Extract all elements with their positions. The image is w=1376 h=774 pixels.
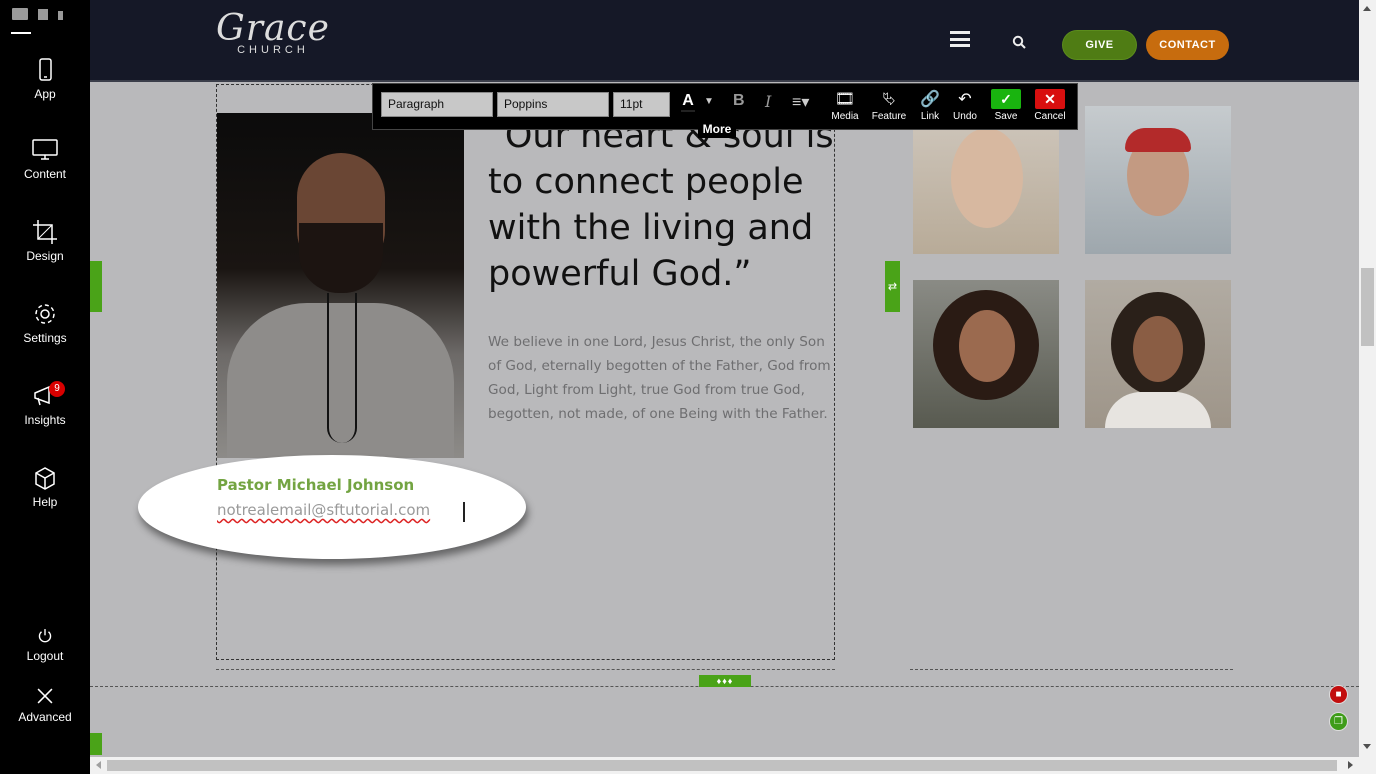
pastor-photo[interactable] bbox=[217, 113, 464, 458]
sidebar-item-advanced[interactable]: Advanced bbox=[0, 686, 90, 724]
sidebar-item-label: Settings bbox=[23, 331, 67, 345]
active-device-indicator bbox=[11, 32, 31, 34]
close-icon: ✕ bbox=[1035, 89, 1065, 109]
bold-icon[interactable]: B bbox=[733, 92, 745, 110]
media-button[interactable]: 🎞 Media bbox=[825, 89, 865, 122]
more-button[interactable]: More bbox=[698, 120, 736, 138]
search-icon[interactable] bbox=[1012, 35, 1026, 49]
font-size-select[interactable]: 11pt bbox=[613, 92, 670, 117]
team-photo-4[interactable] bbox=[1085, 280, 1231, 428]
sidebar-item-label: Design bbox=[26, 249, 64, 263]
logo-script-text: Grace bbox=[216, 8, 330, 49]
film-icon: 🎞 bbox=[834, 91, 856, 108]
feature-icon: ⮱ bbox=[882, 91, 896, 108]
copy-icon[interactable]: ❐ bbox=[1329, 712, 1348, 731]
sidebar-item-insights[interactable]: 9 Insights bbox=[0, 381, 90, 427]
font-color-icon[interactable]: A bbox=[681, 92, 695, 112]
sidebar-item-logout[interactable]: Logout bbox=[0, 627, 90, 663]
block-format-select[interactable]: Paragraph bbox=[381, 92, 493, 117]
sidebar-item-design[interactable]: Design bbox=[0, 219, 90, 263]
sidebar-item-label: Help bbox=[32, 495, 58, 509]
row-move-icon[interactable]: ♦♦♦ bbox=[699, 675, 751, 687]
crop-icon bbox=[31, 219, 59, 245]
scroll-thumb[interactable] bbox=[107, 760, 1337, 771]
undo-icon: ↶ bbox=[958, 91, 972, 108]
team-photo-3[interactable] bbox=[913, 280, 1059, 428]
pastor-name[interactable]: Pastor Michael Johnson bbox=[217, 476, 414, 494]
scroll-left-icon[interactable] bbox=[96, 761, 101, 769]
text-caret bbox=[463, 502, 465, 522]
hamburger-menu-icon[interactable] bbox=[950, 31, 970, 47]
tools-icon bbox=[31, 686, 59, 706]
device-switcher bbox=[12, 8, 63, 20]
vertical-scrollbar[interactable] bbox=[1359, 0, 1376, 774]
mission-quote[interactable]: “Our heart & soul is to connect people w… bbox=[488, 113, 838, 297]
site-header: Grace CHURCH GIVE CONTACT bbox=[90, 0, 1359, 82]
check-icon: ✓ bbox=[991, 89, 1021, 109]
link-icon: 🔗 bbox=[920, 91, 940, 108]
magnifier-bubble: Pastor Michael Johnson notrealemail@sftu… bbox=[138, 455, 526, 559]
save-button[interactable]: ✓ Save bbox=[986, 89, 1026, 122]
phone-icon bbox=[31, 57, 59, 83]
belief-paragraph[interactable]: We believe in one Lord, Jesus Christ, th… bbox=[488, 330, 838, 426]
pastor-email[interactable]: notrealemail@sftutorial.com bbox=[217, 501, 430, 519]
section-divider bbox=[910, 669, 1233, 670]
horizontal-scrollbar[interactable] bbox=[90, 757, 1359, 774]
row-drag-handle[interactable] bbox=[90, 733, 102, 755]
sidebar-item-app[interactable]: App bbox=[0, 57, 90, 101]
sidebar-item-content[interactable]: Content bbox=[0, 137, 90, 181]
italic-icon[interactable]: I bbox=[765, 92, 771, 111]
scroll-down-icon[interactable] bbox=[1363, 744, 1371, 749]
sidebar-item-label: Content bbox=[23, 167, 67, 181]
monitor-icon bbox=[31, 137, 59, 163]
insights-badge: 9 bbox=[49, 381, 65, 397]
scroll-up-icon[interactable] bbox=[1363, 6, 1371, 11]
tablet-view-icon[interactable] bbox=[38, 9, 48, 20]
desktop-view-icon[interactable] bbox=[12, 8, 28, 20]
scroll-thumb[interactable] bbox=[1361, 268, 1374, 346]
sidebar-item-label: Insights bbox=[24, 413, 66, 427]
box-icon bbox=[31, 465, 59, 491]
scroll-right-icon[interactable] bbox=[1348, 761, 1353, 769]
sidebar-item-settings[interactable]: Settings bbox=[0, 301, 90, 345]
sidebar-item-label: Logout bbox=[26, 649, 64, 663]
give-button[interactable]: GIVE bbox=[1062, 30, 1137, 60]
link-button[interactable]: 🔗 Link bbox=[910, 89, 950, 122]
gear-icon bbox=[31, 301, 59, 327]
sidebar-item-label: Advanced bbox=[18, 710, 72, 724]
power-icon bbox=[31, 627, 59, 645]
team-photo-2[interactable] bbox=[1085, 106, 1231, 254]
chevron-down-icon[interactable]: ▼ bbox=[704, 96, 714, 107]
admin-sidebar: App Content Design Settings 9 Insights H… bbox=[0, 0, 90, 774]
trash-icon[interactable]: ■ bbox=[1329, 685, 1348, 704]
section-divider bbox=[216, 669, 835, 670]
undo-button[interactable]: ↶ Undo bbox=[945, 89, 985, 122]
sidebar-item-label: App bbox=[34, 87, 56, 101]
sidebar-item-help[interactable]: Help bbox=[0, 465, 90, 509]
column-swap-icon[interactable]: ⇄ bbox=[885, 261, 900, 312]
megaphone-icon: 9 bbox=[31, 381, 65, 409]
contact-button[interactable]: CONTACT bbox=[1146, 30, 1229, 60]
font-family-select[interactable]: Poppins bbox=[497, 92, 609, 117]
site-logo[interactable]: Grace CHURCH bbox=[216, 8, 330, 57]
column-drag-handle-left[interactable] bbox=[90, 261, 102, 312]
align-icon[interactable]: ≡▾ bbox=[792, 92, 809, 112]
phone-view-icon[interactable] bbox=[58, 11, 63, 20]
cancel-button[interactable]: ✕ Cancel bbox=[1030, 89, 1070, 122]
feature-button[interactable]: ⮱ Feature bbox=[869, 89, 909, 122]
